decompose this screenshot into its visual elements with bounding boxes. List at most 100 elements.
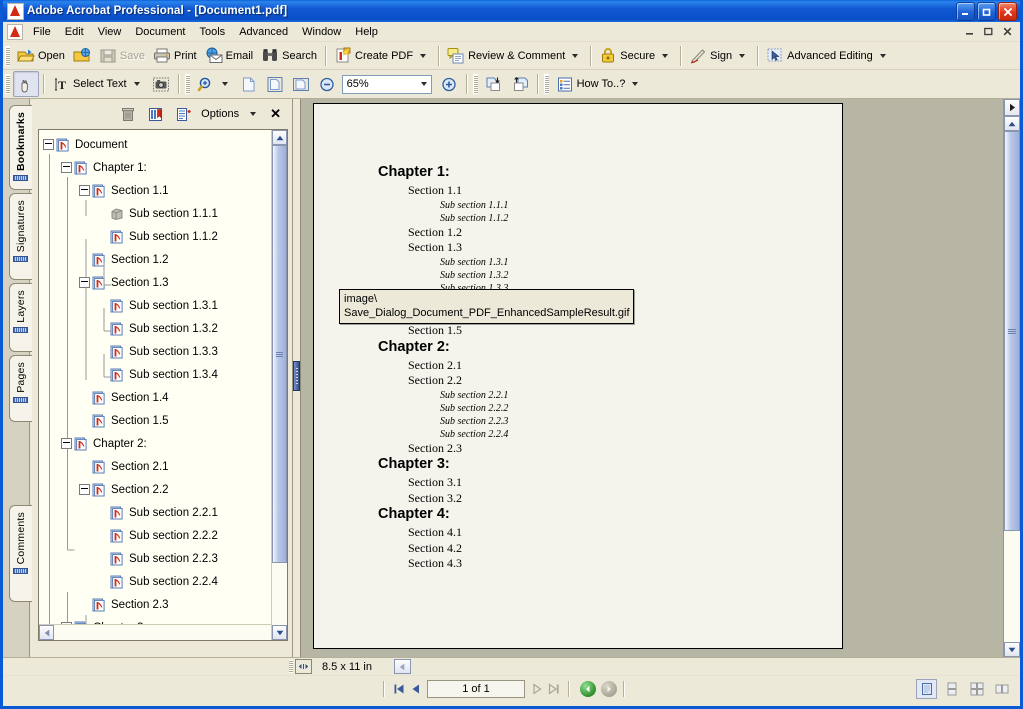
- advanced-editing-button[interactable]: Advanced Editing: [762, 43, 894, 69]
- bookmark-item[interactable]: Section 1.1: [39, 179, 287, 202]
- bookmark-item[interactable]: Sub section 2.2.1: [39, 501, 287, 524]
- how-to-button[interactable]: How To..?: [552, 71, 647, 97]
- expand-current-bookmark-icon[interactable]: [173, 104, 194, 124]
- actual-size-button[interactable]: [236, 71, 262, 97]
- chevron-down-icon[interactable]: [250, 112, 256, 116]
- email-button[interactable]: Email: [201, 43, 258, 69]
- chevron-down-icon[interactable]: [662, 54, 668, 58]
- splitter-handle[interactable]: [293, 361, 300, 391]
- sidebar-tab-bookmarks[interactable]: Bookmarks: [9, 105, 32, 190]
- expand-pane-button[interactable]: [1004, 99, 1020, 116]
- bookmark-item[interactable]: Section 1.5: [39, 409, 287, 432]
- bookmarks-horizontal-scrollbar[interactable]: [39, 624, 287, 640]
- bookmark-item[interactable]: Section 1.2: [39, 248, 287, 271]
- bookmark-item[interactable]: Chapter 2:: [39, 432, 287, 455]
- bookmark-item[interactable]: Sub section 1.3.4: [39, 363, 287, 386]
- close-panel-icon[interactable]: ✕: [267, 106, 284, 122]
- panel-splitter[interactable]: [293, 99, 301, 657]
- zoom-dropdown-arrow[interactable]: [418, 82, 431, 86]
- menu-view[interactable]: View: [91, 24, 129, 40]
- tree-collapse-toggle[interactable]: [79, 484, 90, 495]
- bookmark-item[interactable]: Sub section 2.2.4: [39, 570, 287, 593]
- bookmarks-vertical-scrollbar[interactable]: [271, 130, 287, 640]
- toolbar-grip[interactable]: [544, 74, 549, 94]
- chevron-down-icon[interactable]: [880, 54, 886, 58]
- menu-document[interactable]: Document: [128, 24, 192, 40]
- sidebar-tab-signatures[interactable]: Signatures: [9, 193, 32, 280]
- chevron-down-icon[interactable]: [572, 54, 578, 58]
- zoom-in-tool-button[interactable]: [193, 71, 236, 97]
- next-view-button[interactable]: [507, 71, 533, 97]
- toolbar-grip[interactable]: [5, 74, 10, 94]
- document-scroll-left-button[interactable]: [394, 659, 411, 674]
- bookmark-item[interactable]: Sub section 1.3.1: [39, 294, 287, 317]
- bookmark-item[interactable]: Section 1.4: [39, 386, 287, 409]
- page-number-field[interactable]: 1 of 1: [427, 680, 525, 698]
- tree-collapse-toggle[interactable]: [79, 277, 90, 288]
- bookmark-item[interactable]: Sub section 1.1.1: [39, 202, 287, 225]
- organizer-button[interactable]: [69, 43, 95, 69]
- tree-collapse-toggle[interactable]: [61, 438, 72, 449]
- previous-page-icon[interactable]: [407, 680, 424, 697]
- select-text-button[interactable]: T Select Text: [48, 71, 148, 97]
- close-icon[interactable]: [998, 2, 1017, 21]
- toolbar-grip[interactable]: [473, 74, 478, 94]
- toolbar-grip[interactable]: [5, 46, 10, 66]
- menu-edit[interactable]: Edit: [58, 24, 91, 40]
- scroll-up-button[interactable]: [272, 130, 287, 145]
- fit-page-button[interactable]: [262, 71, 288, 97]
- trash-icon[interactable]: [117, 104, 138, 124]
- sidebar-tab-layers[interactable]: Layers: [9, 283, 32, 352]
- new-bookmark-icon[interactable]: [145, 104, 166, 124]
- zoom-in-button[interactable]: [436, 71, 462, 97]
- menu-tools[interactable]: Tools: [193, 24, 233, 40]
- previous-view-button[interactable]: [481, 71, 507, 97]
- go-back-icon[interactable]: [580, 681, 596, 697]
- first-page-icon[interactable]: [390, 680, 407, 697]
- mdi-close-icon[interactable]: [1000, 24, 1015, 38]
- bookmark-item[interactable]: Section 2.2: [39, 478, 287, 501]
- continuous-view-icon[interactable]: [941, 679, 962, 699]
- page-size-resizer-icon[interactable]: [295, 659, 312, 674]
- continuous-facing-view-icon[interactable]: [966, 679, 987, 699]
- bookmarks-options-label[interactable]: Options: [201, 108, 239, 120]
- single-page-view-icon[interactable]: [916, 679, 937, 699]
- save-button[interactable]: Save: [95, 43, 149, 69]
- scroll-down-button[interactable]: [272, 625, 287, 640]
- sign-button[interactable]: Sign: [685, 43, 753, 69]
- bookmarks-tree[interactable]: DocumentChapter 1:Section 1.1Sub section…: [39, 130, 287, 624]
- scroll-track[interactable]: [1004, 131, 1020, 642]
- minimize-icon[interactable]: [956, 2, 975, 21]
- hand-tool-button[interactable]: [13, 71, 39, 97]
- last-page-icon[interactable]: [545, 680, 562, 697]
- bookmark-item[interactable]: Section 2.3: [39, 593, 287, 616]
- document-view[interactable]: Chapter 1:Section 1.1Sub section 1.1.1Su…: [301, 99, 1003, 657]
- bookmark-item[interactable]: Sub section 1.3.3: [39, 340, 287, 363]
- tree-collapse-toggle[interactable]: [79, 185, 90, 196]
- scroll-thumb[interactable]: [272, 145, 287, 563]
- sidebar-tab-pages[interactable]: Pages: [9, 355, 32, 422]
- chevron-down-icon[interactable]: [222, 82, 228, 86]
- mdi-restore-icon[interactable]: [981, 24, 996, 38]
- print-button[interactable]: Print: [149, 43, 201, 69]
- scroll-thumb[interactable]: [1004, 131, 1020, 531]
- scroll-left-button[interactable]: [39, 625, 54, 640]
- scroll-down-button[interactable]: [1004, 642, 1020, 657]
- mdi-minimize-icon[interactable]: [962, 24, 977, 38]
- chevron-down-icon[interactable]: [420, 54, 426, 58]
- secure-button[interactable]: Secure: [595, 43, 676, 69]
- menu-advanced[interactable]: Advanced: [232, 24, 295, 40]
- scroll-track[interactable]: [272, 145, 287, 625]
- bookmark-item[interactable]: Section 2.1: [39, 455, 287, 478]
- bookmark-item[interactable]: Sub section 1.1.2: [39, 225, 287, 248]
- tree-collapse-toggle[interactable]: [61, 622, 72, 624]
- chevron-down-icon[interactable]: [632, 82, 638, 86]
- chevron-down-icon[interactable]: [134, 82, 140, 86]
- bookmark-item[interactable]: Chapter 1:: [39, 156, 287, 179]
- menu-help[interactable]: Help: [348, 24, 385, 40]
- zoom-level-combobox[interactable]: 65%: [342, 75, 432, 94]
- fit-width-button[interactable]: [288, 71, 314, 97]
- bookmark-item[interactable]: Section 1.3: [39, 271, 287, 294]
- restore-icon[interactable]: [977, 2, 996, 21]
- bookmark-item[interactable]: Chapter 3:: [39, 616, 287, 624]
